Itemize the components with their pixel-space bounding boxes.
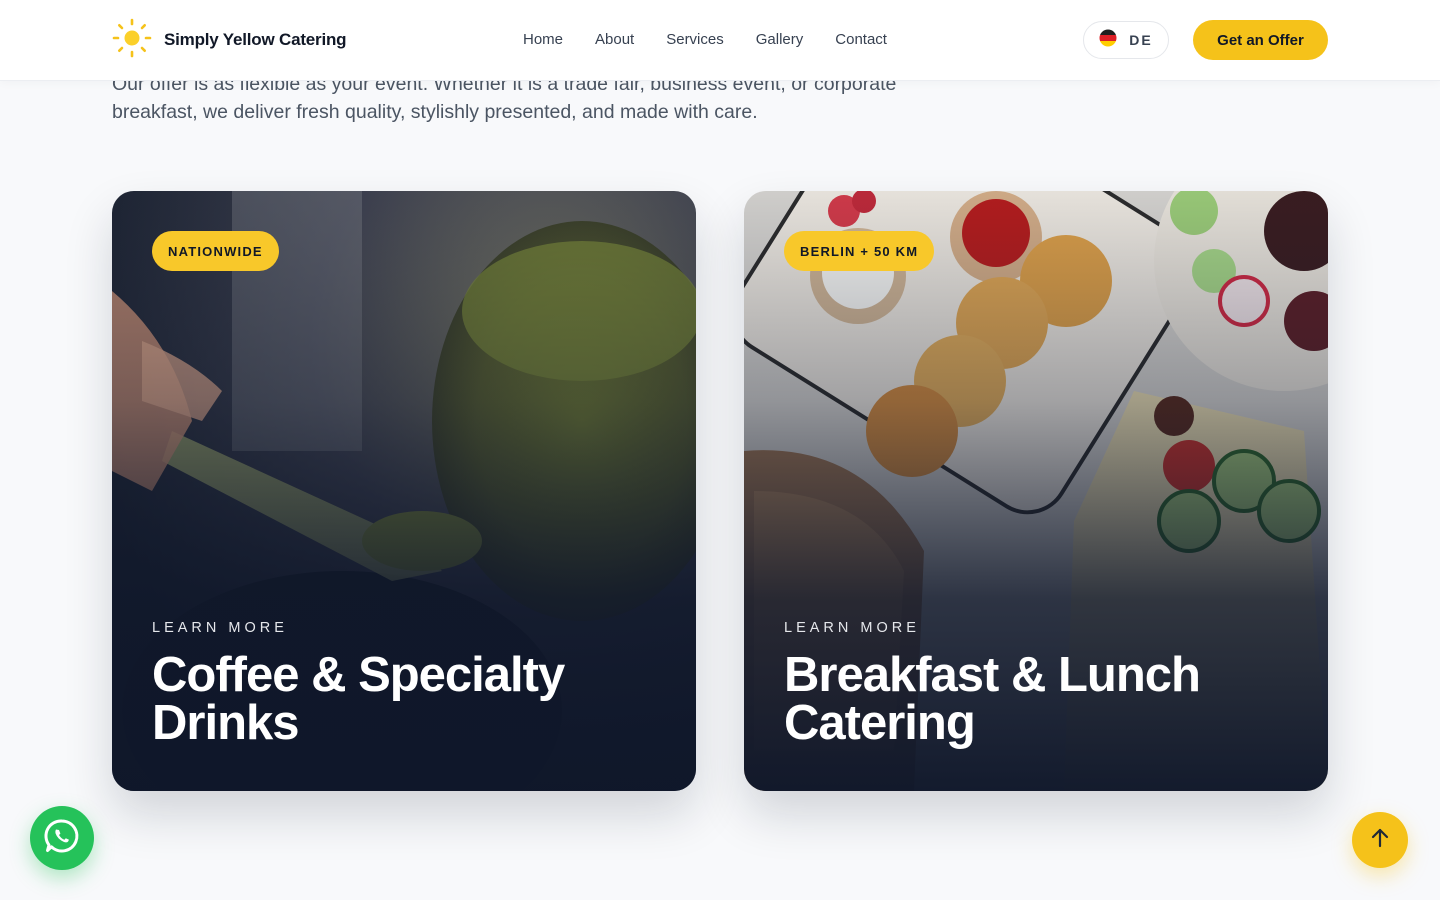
- nav-home[interactable]: Home: [523, 29, 563, 51]
- brand-name: Simply Yellow Catering: [164, 30, 347, 49]
- language-switcher[interactable]: DE: [1083, 21, 1169, 59]
- scroll-to-top-button[interactable]: [1352, 812, 1408, 868]
- nav-services[interactable]: Services: [666, 29, 724, 51]
- card-title: Breakfast & Lunch Catering: [784, 648, 1201, 750]
- german-flag-icon: [1099, 29, 1117, 52]
- coverage-badge: BERLIN + 50 KM: [784, 231, 935, 271]
- whatsapp-icon: [43, 817, 81, 860]
- nav-about[interactable]: About: [595, 29, 634, 51]
- learn-more-label: LEARN MORE: [152, 620, 288, 636]
- page: Our offer is as flexible as your event. …: [0, 0, 1440, 900]
- card-title: Coffee & Specialty Drinks: [152, 648, 565, 750]
- get-offer-button[interactable]: Get an Offer: [1193, 20, 1328, 60]
- arrow-up-icon: [1369, 827, 1391, 854]
- language-code: DE: [1129, 32, 1153, 48]
- whatsapp-button[interactable]: [30, 806, 94, 870]
- site-header: Simply Yellow Catering Home About Servic…: [0, 0, 1440, 80]
- service-card-breakfast[interactable]: BERLIN + 50 KM LEARN MORE Breakfast & Lu…: [744, 191, 1328, 791]
- main-nav: Home About Services Gallery Contact: [523, 29, 887, 51]
- nav-contact[interactable]: Contact: [835, 29, 887, 51]
- coverage-badge: NATIONWIDE: [152, 231, 279, 271]
- sun-icon: [112, 18, 152, 63]
- brand-logo-link[interactable]: Simply Yellow Catering: [112, 18, 347, 63]
- nav-gallery[interactable]: Gallery: [756, 29, 804, 51]
- learn-more-label: LEARN MORE: [784, 620, 920, 636]
- service-card-coffee[interactable]: NATIONWIDE LEARN MORE Coffee & Specialty…: [112, 191, 696, 791]
